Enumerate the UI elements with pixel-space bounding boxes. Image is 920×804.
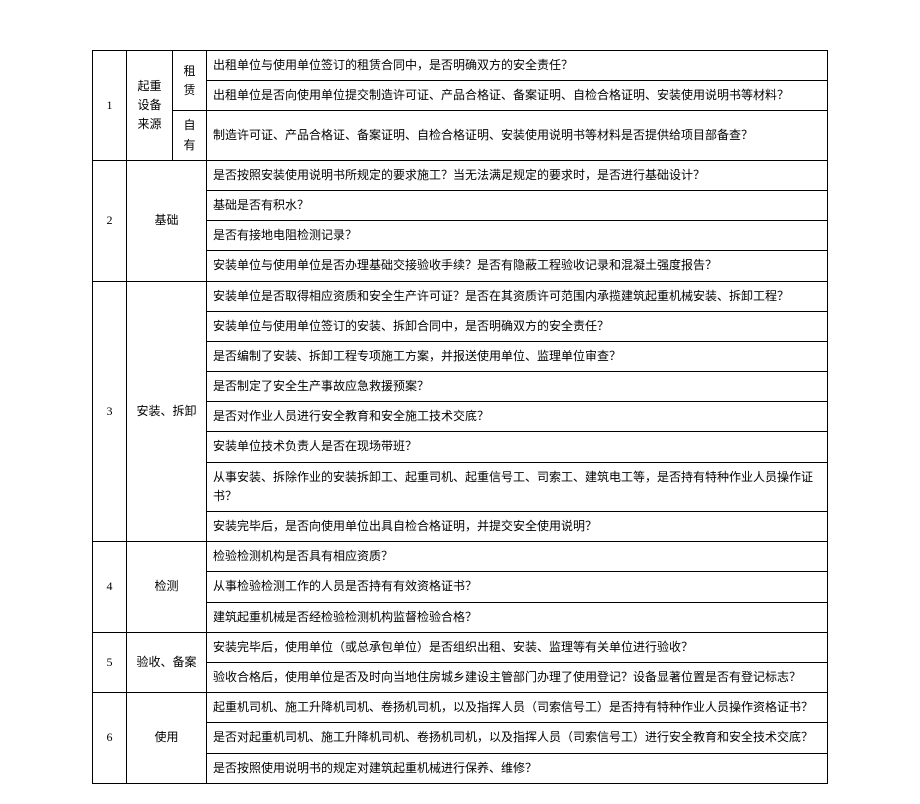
row-category: 使用: [127, 693, 207, 784]
check-item: 安装完毕后，使用单位（或总承包单位）是否组织出租、安装、监理等有关单位进行验收？: [207, 632, 828, 662]
check-item: 是否编制了安装、拆卸工程专项施工方案，并报送使用单位、监理单位审查？: [207, 341, 828, 371]
check-item: 安装单位技术负责人是否在现场带班？: [207, 432, 828, 462]
row-number: 1: [93, 51, 127, 161]
check-item: 是否对起重机司机、施工升降机司机、卷扬机司机，以及指挥人员（司索信号工）进行安全…: [207, 723, 828, 753]
check-item: 安装单位是否取得相应资质和安全生产许可证？是否在其资质许可范围内承揽建筑起重机械…: [207, 281, 828, 311]
check-item: 起重机司机、施工升降机司机、卷扬机司机，以及指挥人员（司索信号工）是否持有特种作…: [207, 693, 828, 723]
check-item: 是否按照使用说明书的规定对建筑起重机械进行保养、维修？: [207, 753, 828, 783]
check-item: 是否制定了安全生产事故应急救援预案？: [207, 372, 828, 402]
check-item: 验收合格后，使用单位是否及时向当地住房城乡建设主管部门办理了使用登记？设备显著位…: [207, 662, 828, 692]
check-item: 安装完毕后，是否向使用单位出具自检合格证明，并提交安全使用说明？: [207, 512, 828, 542]
row-category: 起重设备来源: [127, 51, 173, 161]
row-category: 检测: [127, 542, 207, 633]
check-item: 建筑起重机械是否经检验检测机构监督检验合格？: [207, 602, 828, 632]
check-item: 是否按照安装使用说明书所规定的要求施工？当无法满足规定的要求时，是否进行基础设计…: [207, 160, 828, 190]
check-item: 从事安装、拆除作业的安装拆卸工、起重司机、起重信号工、司索工、建筑电工等，是否持…: [207, 462, 828, 511]
row-number: 6: [93, 693, 127, 784]
check-item: 出租单位是否向使用单位提交制造许可证、产品合格证、备案证明、自检合格证明、安装使…: [207, 81, 828, 111]
row-category: 基础: [127, 160, 207, 281]
check-item: 出租单位与使用单位签订的租赁合同中，是否明确双方的安全责任？: [207, 51, 828, 81]
row-subcategory: 租赁: [173, 51, 207, 111]
check-item: 安装单位与使用单位是否办理基础交接验收手续？是否有隐蔽工程验收记录和混凝土强度报…: [207, 251, 828, 281]
check-item: 检验检测机构是否具有相应资质？: [207, 542, 828, 572]
row-number: 4: [93, 542, 127, 633]
check-item: 从事检验检测工作的人员是否持有有效资格证书？: [207, 572, 828, 602]
check-item: 制造许可证、产品合格证、备案证明、自检合格证明、安装使用说明书等材料是否提供给项…: [207, 111, 828, 160]
row-number: 3: [93, 281, 127, 542]
row-category: 安装、拆卸: [127, 281, 207, 542]
check-item: 是否有接地电阻检测记录？: [207, 221, 828, 251]
row-category: 验收、备案: [127, 632, 207, 692]
inspection-table: 1 起重设备来源 租赁 出租单位与使用单位签订的租赁合同中，是否明确双方的安全责…: [92, 50, 828, 784]
row-number: 5: [93, 632, 127, 692]
check-item: 是否对作业人员进行安全教育和安全施工技术交底？: [207, 402, 828, 432]
row-subcategory: 自有: [173, 111, 207, 160]
row-number: 2: [93, 160, 127, 281]
check-item: 安装单位与使用单位签订的安装、拆卸合同中，是否明确双方的安全责任？: [207, 311, 828, 341]
check-item: 基础是否有积水？: [207, 190, 828, 220]
